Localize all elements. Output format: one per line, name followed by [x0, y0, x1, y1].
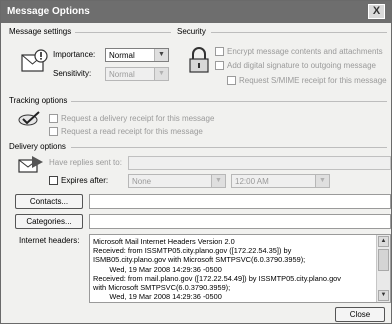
header-line: Received: from ISSMTP05.city.plano.gov (… — [93, 246, 292, 256]
encrypt-label: Encrypt message contents and attachments — [227, 47, 383, 56]
checkmark-tracking-icon — [18, 111, 40, 126]
categories-input[interactable] — [89, 214, 391, 229]
chevron-down-icon[interactable]: ▼ — [154, 49, 168, 61]
sensitivity-label: Sensitivity: — [53, 69, 92, 78]
chevron-down-icon[interactable]: ▼ — [211, 175, 225, 187]
smime-receipt-label: Request S/MIME receipt for this message — [239, 76, 387, 85]
header-line: ISMB05.city.plano.gov with Microsoft SMT… — [93, 255, 306, 265]
divider — [71, 147, 387, 148]
categories-button[interactable]: Categories... — [15, 214, 83, 229]
importance-label: Importance: — [53, 50, 96, 59]
lock-settings-icon — [189, 47, 209, 73]
delivery-receipt-label: Request a delivery receipt for this mess… — [61, 114, 215, 123]
replies-to-input[interactable] — [128, 156, 391, 170]
envelope-delivery-icon — [18, 156, 43, 173]
title-bar[interactable]: Message Options X — [1, 1, 391, 23]
delivery-options-heading: Delivery options — [9, 142, 66, 151]
tracking-options-heading: Tracking options — [9, 96, 68, 105]
headers-scrollbar[interactable]: ▲ ▼ — [376, 235, 390, 302]
expires-checkbox[interactable] — [49, 176, 58, 185]
header-line: Wed, 19 Mar 2008 14:29:36 -0500 — [93, 264, 222, 274]
divider — [75, 32, 171, 33]
chevron-down-icon[interactable]: ▼ — [315, 175, 329, 187]
chevron-down-icon[interactable]: ▼ — [154, 68, 168, 80]
digital-signature-label: Add digital signature to outgoing messag… — [227, 61, 376, 70]
scroll-up-icon[interactable]: ▲ — [378, 236, 389, 247]
header-line: Received: from mail.plano.gov ([172.22.5… — [93, 273, 341, 283]
security-heading: Security — [177, 27, 206, 36]
sensitivity-value: Normal — [109, 70, 135, 79]
header-line: Microsoft Mail Internet Headers Version … — [93, 237, 235, 246]
encrypt-checkbox[interactable] — [215, 47, 224, 56]
internet-headers-text: Microsoft Mail Internet Headers Version … — [93, 237, 375, 301]
sensitivity-select[interactable]: Normal ▼ — [105, 67, 169, 81]
envelope-importance-icon — [21, 49, 48, 72]
internet-headers-label: Internet headers: — [19, 236, 80, 245]
window-title: Message Options — [7, 6, 90, 17]
scroll-thumb[interactable] — [378, 249, 389, 271]
importance-select[interactable]: Normal ▼ — [105, 48, 169, 62]
read-receipt-label: Request a read receipt for this message — [61, 127, 203, 136]
expires-time-value: 12:00 AM — [235, 177, 269, 186]
header-line: Wed, 19 Mar 2008 14:29:36 -0500 — [93, 292, 222, 302]
expires-date-value: None — [132, 177, 152, 186]
contacts-button[interactable]: Contacts... — [15, 194, 83, 209]
header-line: with Microsoft SMTPSVC(6.0.3790.3959); — [93, 283, 231, 293]
expires-label: Expires after: — [61, 176, 109, 185]
message-settings-heading: Message settings — [9, 27, 72, 36]
expires-date-select[interactable]: None ▼ — [128, 174, 226, 188]
smime-receipt-checkbox[interactable] — [227, 76, 236, 85]
read-receipt-checkbox[interactable] — [49, 127, 58, 136]
divider — [211, 32, 387, 33]
close-button[interactable]: Close — [335, 307, 385, 322]
delivery-receipt-checkbox[interactable] — [49, 114, 58, 123]
contacts-input[interactable] — [89, 194, 391, 209]
digital-signature-checkbox[interactable] — [215, 61, 224, 70]
scroll-down-icon[interactable]: ▼ — [378, 290, 389, 301]
divider — [71, 101, 387, 102]
expires-time-select[interactable]: 12:00 AM ▼ — [231, 174, 330, 188]
importance-value: Normal — [109, 51, 135, 60]
close-icon[interactable]: X — [368, 4, 385, 19]
message-options-dialog: Message Options X Message settings Impor… — [0, 0, 392, 324]
internet-headers-textarea[interactable]: Microsoft Mail Internet Headers Version … — [89, 234, 391, 303]
replies-label: Have replies sent to: — [49, 158, 122, 167]
